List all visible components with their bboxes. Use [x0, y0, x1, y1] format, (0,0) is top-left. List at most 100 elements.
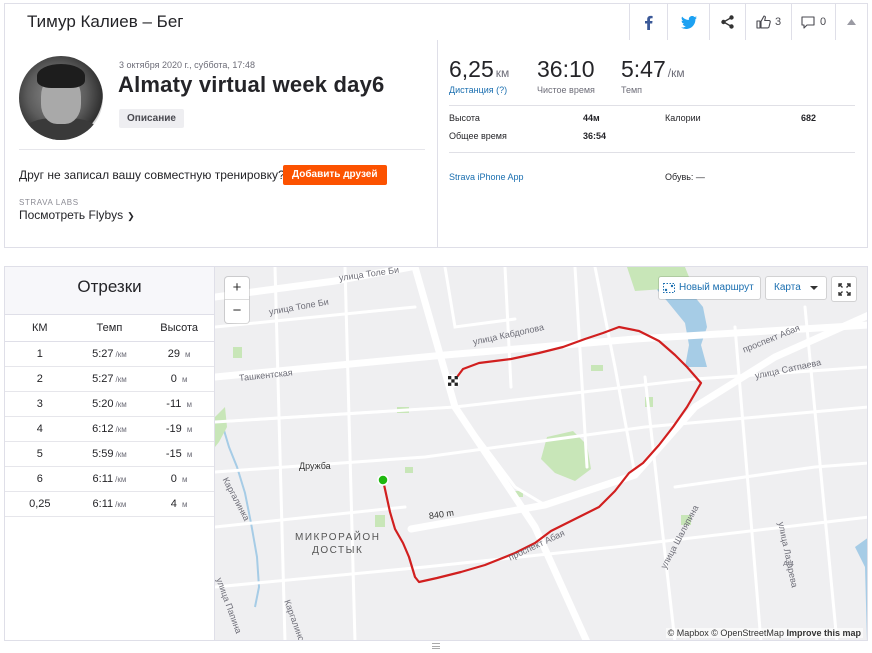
split-elevation: 4 м	[144, 491, 214, 517]
split-pace: 5:27/км	[74, 366, 145, 392]
twitter-icon	[680, 15, 697, 29]
split-pace-value: 5:20	[92, 397, 114, 410]
split-pace-unit: /км	[115, 399, 127, 409]
elevation-value: 44м	[583, 113, 600, 123]
moving-time-label: Чистое время	[537, 85, 595, 95]
resize-handle[interactable]	[432, 643, 440, 649]
fullscreen-button[interactable]	[832, 277, 856, 301]
split-elevation: 0 м	[144, 466, 214, 492]
comments-button[interactable]: 0	[791, 4, 835, 40]
table-row: 2 5:27/км 0 м	[5, 366, 214, 392]
kudos-button[interactable]: 3	[745, 4, 791, 40]
split-pace-unit: /км	[115, 449, 127, 459]
splits-table: КМ Темп Высота 1 5:27/км 29 м 2 5:27/км 0 м35…	[5, 315, 214, 517]
start-marker-icon	[377, 474, 389, 486]
shoes-label: Обувь: —	[665, 172, 705, 182]
elapsed-time-value: 36:54	[583, 131, 607, 141]
distance-stat: 6,25 км Дистанция (?)	[449, 56, 509, 95]
split-pace-unit: /км	[115, 374, 127, 384]
flybys-link[interactable]: Посмотреть Flybys ❯	[19, 208, 135, 222]
divider	[19, 149, 425, 150]
column-header-elevation: Высота	[144, 315, 214, 342]
district-label: МИКРОРАЙОН ДОСТЫК	[295, 531, 380, 557]
zoom-out-button[interactable]: −	[225, 300, 249, 323]
split-elevation: -19 м	[144, 416, 214, 442]
description-button[interactable]: Описание	[119, 109, 184, 128]
facebook-icon	[645, 15, 653, 30]
fullscreen-icon	[837, 282, 851, 296]
split-elevation-value: -19	[165, 422, 182, 435]
chevron-right-icon: ❯	[127, 211, 135, 221]
district-label-line: МИКРОРАЙОН	[295, 532, 381, 543]
split-elevation-unit: м	[186, 449, 193, 459]
device-link[interactable]: Strava iPhone App	[449, 172, 524, 182]
split-elevation-value: 4	[170, 497, 177, 510]
split-elevation-value: -11	[166, 397, 182, 410]
facebook-share-button[interactable]	[629, 4, 667, 40]
pace-unit: /км	[667, 66, 685, 80]
add-friends-button[interactable]: Добавить друзей	[283, 165, 387, 185]
chevron-up-icon	[847, 19, 856, 25]
table-row: 0,25 6:11/км 4 м	[5, 491, 214, 517]
split-elevation: -11 м	[144, 391, 214, 417]
zoom-controls: + −	[225, 277, 249, 323]
split-elevation: 29 м	[144, 341, 214, 367]
avatar[interactable]	[19, 56, 103, 140]
split-elevation-unit: м	[181, 499, 188, 509]
attribution-text[interactable]: © Mapbox © OpenStreetMap	[668, 628, 784, 638]
map-attribution: © Mapbox © OpenStreetMap Improve this ma…	[665, 628, 863, 638]
split-pace-value: 5:59	[92, 447, 114, 460]
share-button[interactable]	[709, 4, 745, 40]
table-row: 3 5:20/км -11 м	[5, 391, 214, 417]
strava-labs-label: STRAVA LABS	[19, 198, 79, 207]
split-pace-unit: /км	[115, 424, 127, 434]
comments-count: 0	[819, 16, 827, 28]
split-elevation-value: 0	[170, 372, 177, 385]
split-elevation-value: -15	[165, 447, 182, 460]
header-actions: 3 0	[629, 4, 867, 40]
split-elevation-unit: м	[186, 399, 192, 409]
activity-summary: 3 октября 2020 г., суббота, 17:48 Almaty…	[4, 40, 868, 248]
split-km: 5	[5, 441, 75, 467]
split-pace-unit: /км	[115, 499, 127, 509]
split-km: 1	[5, 341, 75, 367]
split-elevation-unit: м	[181, 474, 188, 484]
map-type-dropdown[interactable]: Карта	[766, 277, 826, 299]
chevron-down-icon	[810, 286, 818, 290]
map-type-label: Карта	[774, 282, 801, 293]
zoom-in-button[interactable]: +	[225, 277, 249, 300]
divider	[449, 105, 855, 106]
comment-icon	[801, 15, 815, 29]
road-label: A-4	[783, 561, 794, 568]
place-label: Дружба	[299, 461, 331, 471]
flybys-link-text: Посмотреть Flybys	[19, 208, 124, 222]
split-pace-value: 5:27	[92, 372, 114, 385]
split-pace-value: 6:11	[92, 497, 114, 510]
split-elevation: -15 м	[144, 441, 214, 467]
route-icon	[663, 283, 675, 293]
split-pace: 5:59/км	[74, 441, 145, 467]
elapsed-time-label: Общее время	[449, 131, 507, 141]
split-km: 0,25	[5, 491, 75, 517]
page-title: Тимур Калиев – Бег	[27, 12, 184, 31]
divider	[449, 152, 855, 153]
activity-date: 3 октября 2020 г., суббота, 17:48	[119, 60, 255, 70]
twitter-share-button[interactable]	[667, 4, 709, 40]
splits-title: Отрезки	[5, 267, 214, 315]
collapse-button[interactable]	[835, 4, 867, 40]
column-header-km: КМ	[5, 315, 75, 342]
distance-label[interactable]: Дистанция (?)	[449, 85, 509, 95]
split-pace: 5:20/км	[74, 391, 145, 417]
split-pace: 5:27/км	[74, 341, 145, 367]
route-map[interactable]: улица Толе Би улица Толе Би улица Кабдол…	[214, 266, 868, 641]
split-km: 6	[5, 466, 75, 492]
table-row: 1 5:27/км 29 м	[5, 341, 214, 367]
table-row: 6 6:11/км 0 м	[5, 466, 214, 492]
share-icon	[721, 15, 734, 29]
new-route-button[interactable]: Новый маршрут	[659, 277, 760, 299]
table-row: 5 5:59/км -15 м	[5, 441, 214, 467]
split-pace: 6:12/км	[74, 416, 145, 442]
column-header-pace: Темп	[74, 315, 145, 342]
improve-map-link[interactable]: Improve this map	[786, 628, 861, 638]
distance-unit: км	[495, 66, 510, 80]
